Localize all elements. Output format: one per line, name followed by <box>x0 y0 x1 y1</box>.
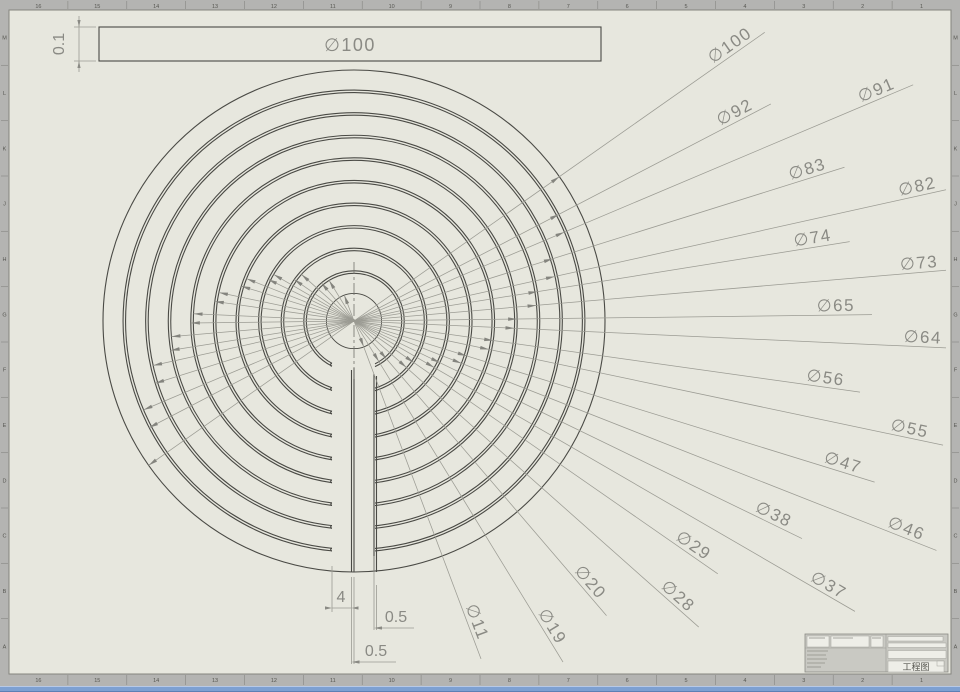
zone-label: 8 <box>508 678 511 684</box>
zone-ruler-right <box>951 0 960 686</box>
zone-label: E <box>954 423 958 429</box>
zone-label: 16 <box>35 678 41 684</box>
zone-label: 15 <box>94 678 100 684</box>
zone-ruler-left <box>0 0 9 686</box>
zone-label: 6 <box>626 4 629 10</box>
zone-label: 3 <box>802 678 805 684</box>
zone-label: G <box>953 312 957 318</box>
zone-label: D <box>954 478 958 484</box>
diameter-dim-label[interactable]: ∅65 <box>817 296 855 315</box>
zone-label: J <box>3 202 6 208</box>
cad-drawing-canvas[interactable]: 1616151514141313121211111010998877665544… <box>0 0 960 692</box>
zone-label: 6 <box>626 678 629 684</box>
side-view-diameter-label[interactable]: ∅100 <box>324 35 376 55</box>
zone-label: 10 <box>389 4 395 10</box>
zone-label: C <box>3 534 7 540</box>
zone-label: 10 <box>389 678 395 684</box>
zone-label: G <box>2 312 6 318</box>
zone-label: 14 <box>153 678 159 684</box>
zone-label: 1 <box>920 4 923 10</box>
zone-label: M <box>953 36 958 42</box>
zone-label: 12 <box>271 678 277 684</box>
zone-label: 7 <box>567 4 570 10</box>
zone-label: 15 <box>94 4 100 10</box>
cad-window: 1616151514141313121211111010998877665544… <box>0 0 960 692</box>
zone-label: 5 <box>685 678 688 684</box>
zone-label: 3 <box>802 4 805 10</box>
zone-label: K <box>3 146 7 152</box>
zone-label: 4 <box>743 678 746 684</box>
zone-label: B <box>3 589 7 595</box>
track-width-label[interactable]: 4 <box>337 589 346 606</box>
zone-label: 13 <box>212 4 218 10</box>
title-block: 工程图 <box>805 634 948 672</box>
diameter-dim-label[interactable]: ∅64 <box>903 327 942 348</box>
thickness-dim-label[interactable]: 0.1 <box>51 33 68 55</box>
zone-label: 8 <box>508 4 511 10</box>
zone-label: B <box>954 589 958 595</box>
zone-label: E <box>3 423 7 429</box>
zone-label: L <box>3 91 6 97</box>
zone-label: J <box>954 202 957 208</box>
zone-label: 5 <box>685 4 688 10</box>
zone-label: K <box>954 146 958 152</box>
zone-label: 2 <box>861 678 864 684</box>
zone-label: M <box>2 36 7 42</box>
zone-label: D <box>3 478 7 484</box>
zone-label: 9 <box>449 4 452 10</box>
groove-width-label[interactable]: 0.5 <box>365 643 387 660</box>
zone-label: 14 <box>153 4 159 10</box>
zone-label: C <box>954 534 958 540</box>
drawing-type-label: 工程图 <box>902 662 929 672</box>
zone-label: H <box>3 257 7 263</box>
groove-width-label[interactable]: 0.5 <box>385 609 407 626</box>
zone-label: 11 <box>330 678 336 684</box>
zone-label: 7 <box>567 678 570 684</box>
zone-label: 13 <box>212 678 218 684</box>
zone-label: H <box>954 257 958 263</box>
zone-label: 2 <box>861 4 864 10</box>
zone-label: 9 <box>449 678 452 684</box>
zone-label: 11 <box>330 4 336 10</box>
zone-label: 12 <box>271 4 277 10</box>
zone-label: 4 <box>743 4 746 10</box>
zone-label: 16 <box>35 4 41 10</box>
zone-label: L <box>954 91 957 97</box>
zone-label: A <box>954 644 958 650</box>
zone-label: A <box>3 644 7 650</box>
diameter-dim-label[interactable]: ∅73 <box>899 252 939 274</box>
zone-label: 1 <box>920 678 923 684</box>
